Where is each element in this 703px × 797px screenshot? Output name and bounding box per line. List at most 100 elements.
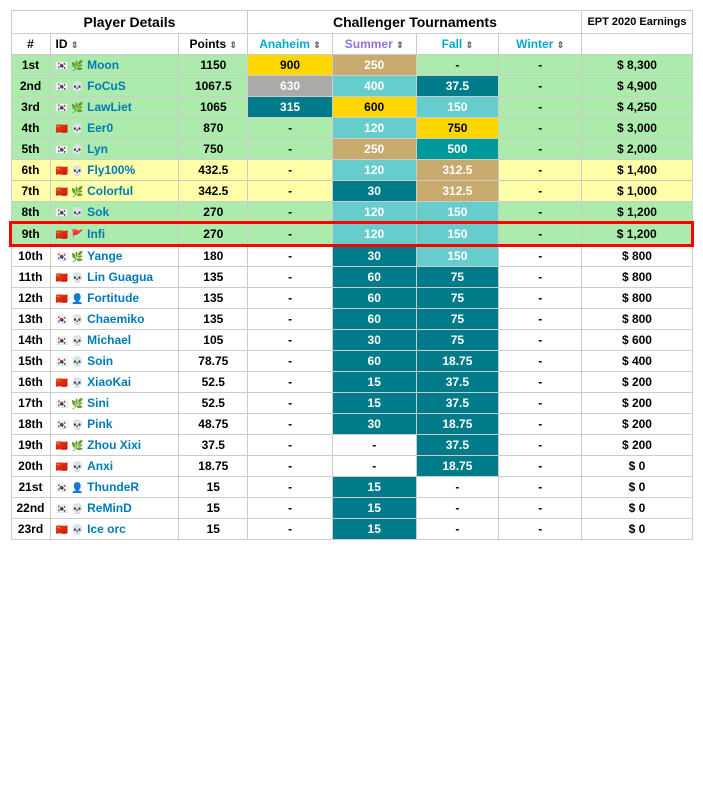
game-icon: 💀 [71,166,83,177]
winter-cell: - [499,372,582,393]
summer-cell: 120 [332,118,416,139]
game-icon: 🌿 [71,61,83,72]
id-sort-icon[interactable]: ⇕ [71,40,79,50]
player-id-cell: 🇰🇷 💀 Lyn [50,139,179,160]
player-id-cell: 🇰🇷 🌿 Yange [50,245,179,267]
player-details-header: Player Details [11,11,248,34]
game-icon: 🌿 [71,103,83,114]
summer-cell: 60 [332,309,416,330]
rank-cell: 17th [11,393,50,414]
anaheim-cell: - [248,309,332,330]
anaheim-cell: 900 [248,55,332,76]
fall-cell: 750 [416,118,498,139]
flag-icon: 🇰🇷 [56,252,68,263]
ept-cell: $ 600 [582,330,692,351]
flag-icon: 🇰🇷 [56,145,68,156]
winter-cell: - [499,309,582,330]
summer-cell: 30 [332,181,416,202]
player-name: Eer0 [87,121,113,135]
table-row: 10th 🇰🇷 🌿 Yange 180-30150-$ 800 [11,245,692,267]
rank-cell: 9th [11,223,50,245]
game-icon: 👤 [71,294,83,305]
summer-cell: 120 [332,160,416,181]
flag-icon: 🇰🇷 [56,420,68,431]
rank-cell: 15th [11,351,50,372]
game-icon: 💀 [71,336,83,347]
summer-cell: 600 [332,97,416,118]
player-id-cell: 🇨🇳 💀 Lin Guagua [50,267,179,288]
fall-sort-icon[interactable]: ⇕ [466,40,474,50]
points-cell: 135 [179,288,248,309]
game-icon: 🌿 [71,399,83,410]
winter-sort-icon[interactable]: ⇕ [557,40,565,50]
flag-icon: 🇰🇷 [56,208,68,219]
anaheim-cell: - [248,456,332,477]
rank-cell: 8th [11,202,50,224]
winter-cell: - [499,519,582,540]
anaheim-cell: - [248,139,332,160]
anaheim-sort-icon[interactable]: ⇕ [313,40,321,50]
summer-cell: - [332,456,416,477]
game-icon: 💀 [71,462,83,473]
anaheim-cell: - [248,477,332,498]
summer-cell: 120 [332,223,416,245]
rank-cell: 16th [11,372,50,393]
player-id-cell: 🇨🇳 👤 Fortitude [50,288,179,309]
table-row: 22nd 🇰🇷 💀 ReMinD 15-15--$ 0 [11,498,692,519]
game-icon: 💀 [71,504,83,515]
player-name: XiaoKai [87,375,131,389]
ept-cell: $ 0 [582,498,692,519]
rank-cell: 13th [11,309,50,330]
player-name: Sini [87,396,109,410]
fall-cell: 75 [416,309,498,330]
points-cell: 1150 [179,55,248,76]
game-icon: 💀 [71,378,83,389]
ept-cell: $ 4,250 [582,97,692,118]
points-cell: 52.5 [179,372,248,393]
game-icon: 🌿 [71,441,83,452]
table-row: 1st 🇰🇷 🌿 Moon 1150900250--$ 8,300 [11,55,692,76]
summer-cell: 400 [332,76,416,97]
player-id-cell: 🇰🇷 💀 ReMinD [50,498,179,519]
anaheim-cell: - [248,372,332,393]
game-icon: 👤 [71,483,83,494]
winter-cell: - [499,245,582,267]
fall-cell: 37.5 [416,393,498,414]
player-name: LawLiet [87,100,132,114]
summer-cell: 30 [332,330,416,351]
points-cell: 15 [179,477,248,498]
rank-cell: 10th [11,245,50,267]
winter-cell: - [499,414,582,435]
player-name: Ice orc [87,522,126,536]
ept-cell: $ 200 [582,435,692,456]
game-icon: 💀 [71,124,83,135]
ept-cell: $ 400 [582,351,692,372]
fall-cell: 18.75 [416,456,498,477]
winter-cell: - [499,160,582,181]
summer-cell: 120 [332,202,416,224]
table-row: 11th 🇨🇳 💀 Lin Guagua 135-6075-$ 800 [11,267,692,288]
anaheim-col-header: Anaheim ⇕ [248,34,332,55]
summer-sort-icon[interactable]: ⇕ [396,40,404,50]
rank-cell: 23rd [11,519,50,540]
summer-cell: 15 [332,519,416,540]
anaheim-cell: - [248,393,332,414]
player-name: FoCuS [87,79,126,93]
anaheim-cell: - [248,498,332,519]
winter-cell: - [499,288,582,309]
rank-cell: 19th [11,435,50,456]
flag-icon: 🇰🇷 [56,399,68,410]
player-name: Pink [87,417,112,431]
player-name: Fly100% [87,163,135,177]
summer-cell: 15 [332,498,416,519]
rank-cell: 5th [11,139,50,160]
table-row: 16th 🇨🇳 💀 XiaoKai 52.5-1537.5-$ 200 [11,372,692,393]
player-name: Sok [87,205,109,219]
summer-cell: 250 [332,55,416,76]
fall-cell: 37.5 [416,76,498,97]
points-sort-icon[interactable]: ⇕ [230,40,238,50]
rank-cell: 20th [11,456,50,477]
points-cell: 180 [179,245,248,267]
fall-cell: 37.5 [416,372,498,393]
game-icon: 🌿 [71,252,83,263]
